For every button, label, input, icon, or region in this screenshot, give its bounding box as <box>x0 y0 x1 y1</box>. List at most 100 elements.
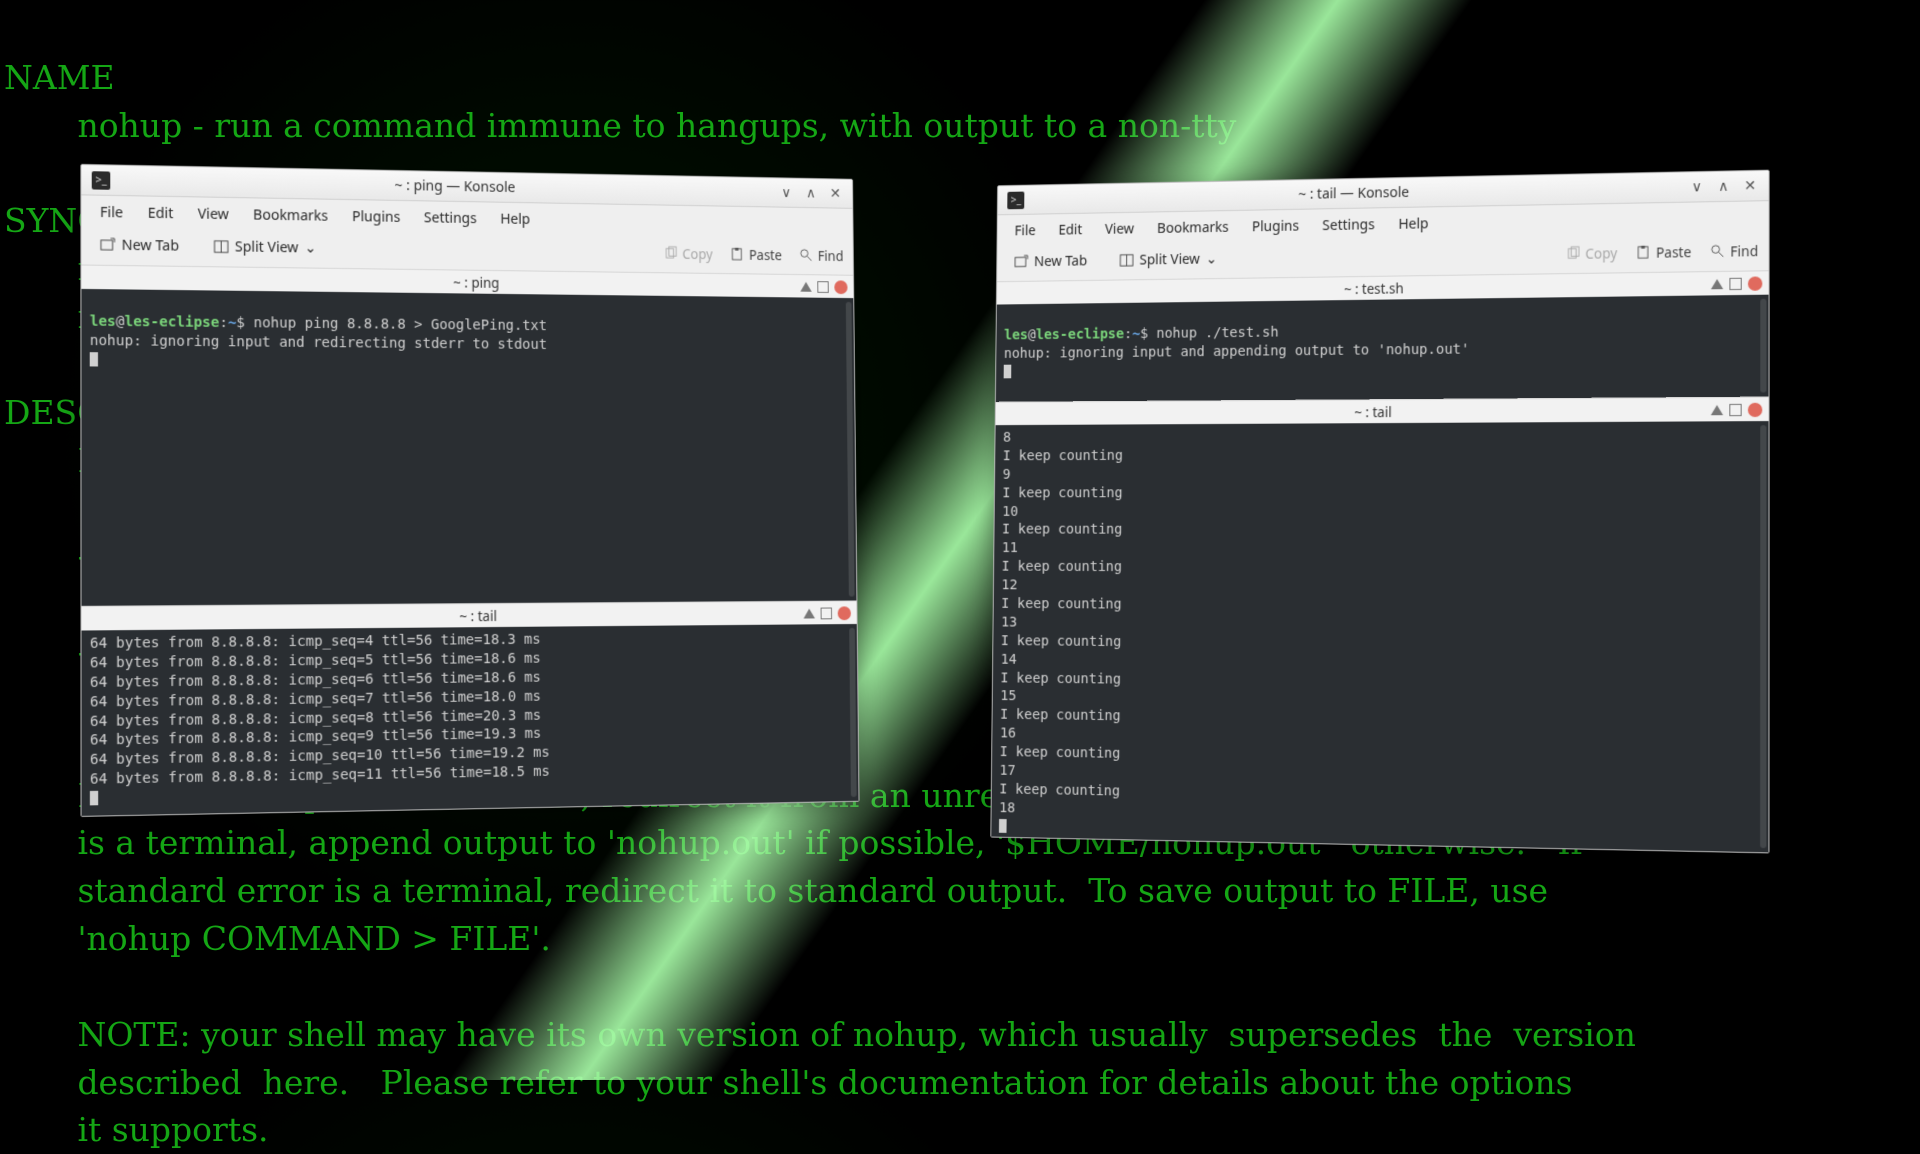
search-icon <box>1710 243 1725 258</box>
detach-pane-icon[interactable] <box>1729 403 1741 415</box>
paste-label: Paste <box>749 246 782 264</box>
menu-help[interactable]: Help <box>490 206 540 232</box>
app-icon: >_ <box>1007 191 1024 209</box>
paste-icon <box>1636 245 1651 260</box>
cursor <box>999 819 1007 833</box>
pane-tab-label: ~ : tail <box>1354 403 1391 421</box>
copy-button[interactable]: Copy <box>663 244 713 262</box>
maximize-pane-icon[interactable] <box>800 281 811 291</box>
pane-tab-label: ~ : tail <box>459 606 496 624</box>
konsole-window-right: >_ ~ : tail — Konsole ∨ ∧ ✕ File Edit Vi… <box>990 170 1769 854</box>
detach-pane-icon[interactable] <box>817 281 828 293</box>
close-pane-icon[interactable] <box>834 280 847 294</box>
prompt-user: les <box>1004 327 1028 343</box>
close-button[interactable]: ✕ <box>1742 178 1758 195</box>
find-label: Find <box>818 247 844 265</box>
man-desc-line: NOTE: your shell may have its own versio… <box>4 1015 1636 1054</box>
terminal-output-line: I keep counting <box>1002 521 1760 541</box>
scrollbar[interactable] <box>849 628 856 797</box>
menu-plugins[interactable]: Plugins <box>1242 214 1309 240</box>
find-button[interactable]: Find <box>799 246 844 264</box>
copy-button[interactable]: Copy <box>1565 244 1617 263</box>
terminal-output-line: 9 <box>1003 464 1761 485</box>
menu-edit[interactable]: Edit <box>1049 217 1092 242</box>
man-name-body: nohup - run a command immune to hangups,… <box>4 106 1236 145</box>
terminal-output-line: nohup: ignoring input and redirecting st… <box>90 333 547 353</box>
menu-view[interactable]: View <box>1095 217 1144 242</box>
menu-bookmarks[interactable]: Bookmarks <box>1147 215 1238 241</box>
split-view-button[interactable]: Split View ⌄ <box>205 233 324 262</box>
menu-view[interactable]: View <box>188 201 239 227</box>
scrollbar[interactable] <box>1760 299 1766 393</box>
konsole-window-left: >_ ~ : ping — Konsole ∨ ∧ ✕ File Edit Vi… <box>80 164 859 817</box>
man-desc-line: described here. Please refer to your she… <box>4 1063 1573 1102</box>
copy-label: Copy <box>682 245 712 263</box>
terminal-pane-bottom[interactable]: 8I keep counting9I keep counting10I keep… <box>991 421 1768 852</box>
menu-settings[interactable]: Settings <box>1313 212 1385 238</box>
man-desc-line: standard error is a terminal, redirect i… <box>4 871 1548 910</box>
find-label: Find <box>1730 241 1758 260</box>
terminal-output-line: I keep counting <box>1002 558 1761 580</box>
new-tab-button[interactable]: New Tab <box>1007 248 1095 276</box>
new-tab-label: New Tab <box>122 236 179 256</box>
command-input: nohup ping 8.8.8.8 > GooglePing.txt <box>254 315 548 334</box>
close-pane-icon[interactable] <box>1748 276 1762 290</box>
copy-icon <box>663 246 678 261</box>
maximize-button[interactable]: ∧ <box>803 185 818 201</box>
close-button[interactable]: ✕ <box>828 186 843 202</box>
maximize-pane-icon[interactable] <box>1711 278 1723 288</box>
pane-tab-label: ~ : test.sh <box>1344 279 1404 298</box>
split-view-icon <box>214 239 229 254</box>
menu-file[interactable]: File <box>90 200 134 226</box>
menu-help[interactable]: Help <box>1388 211 1438 237</box>
minimize-button[interactable]: ∨ <box>779 185 794 201</box>
terminal-pane-top[interactable]: les@les-eclipse:~$ nohup ping 8.8.8.8 > … <box>81 289 856 606</box>
split-view-icon <box>1119 253 1133 268</box>
cursor <box>90 352 98 366</box>
copy-icon <box>1565 246 1580 261</box>
maximize-pane-icon[interactable] <box>803 608 814 618</box>
man-desc-line: it supports. <box>4 1110 269 1149</box>
menu-settings[interactable]: Settings <box>414 205 486 231</box>
pane-tab-label: ~ : ping <box>453 273 499 291</box>
split-view-button[interactable]: Split View ⌄ <box>1112 246 1225 274</box>
prompt-symbol: $ <box>236 315 245 331</box>
man-desc-line: 'nohup COMMAND > FILE'. <box>4 919 551 958</box>
paste-button[interactable]: Paste <box>1636 243 1692 262</box>
app-icon: >_ <box>92 171 111 190</box>
maximize-pane-icon[interactable] <box>1711 405 1723 415</box>
prompt-symbol: $ <box>1140 326 1148 342</box>
cursor <box>90 791 98 806</box>
find-button[interactable]: Find <box>1710 241 1758 260</box>
detach-pane-icon[interactable] <box>1729 277 1741 289</box>
prompt-user: les <box>90 313 116 330</box>
detach-pane-icon[interactable] <box>821 607 832 619</box>
menu-bookmarks[interactable]: Bookmarks <box>243 202 338 229</box>
paste-label: Paste <box>1656 243 1691 262</box>
command-input: nohup ./test.sh <box>1156 325 1278 342</box>
man-name-heading: NAME <box>4 58 115 97</box>
new-tab-label: New Tab <box>1034 252 1087 271</box>
chevron-down-icon: ⌄ <box>1206 250 1217 269</box>
search-icon <box>799 248 813 263</box>
terminal-pane-top[interactable]: les@les-eclipse:~$ nohup ./test.sh nohup… <box>996 295 1769 402</box>
new-tab-icon <box>100 237 115 252</box>
scrollbar[interactable] <box>1760 425 1766 848</box>
close-pane-icon[interactable] <box>838 606 851 620</box>
paste-icon <box>730 247 744 262</box>
maximize-button[interactable]: ∧ <box>1715 178 1731 195</box>
prompt-host: les-eclipse <box>124 314 219 331</box>
paste-button[interactable]: Paste <box>730 245 782 263</box>
scrollbar[interactable] <box>846 302 855 597</box>
menu-file[interactable]: File <box>1005 218 1045 243</box>
new-tab-button[interactable]: New Tab <box>92 231 187 260</box>
terminal-output-line: 11 <box>1002 540 1760 561</box>
terminal-output-line: I keep counting <box>1003 444 1761 465</box>
new-tab-icon <box>1014 255 1028 270</box>
menu-edit[interactable]: Edit <box>137 200 183 226</box>
terminal-pane-bottom[interactable]: 64 bytes from 8.8.8.8: icmp_seq=4 ttl=56… <box>82 624 859 816</box>
menu-plugins[interactable]: Plugins <box>342 204 410 230</box>
close-pane-icon[interactable] <box>1748 402 1762 416</box>
split-view-label: Split View <box>235 237 299 257</box>
minimize-button[interactable]: ∨ <box>1688 179 1704 195</box>
